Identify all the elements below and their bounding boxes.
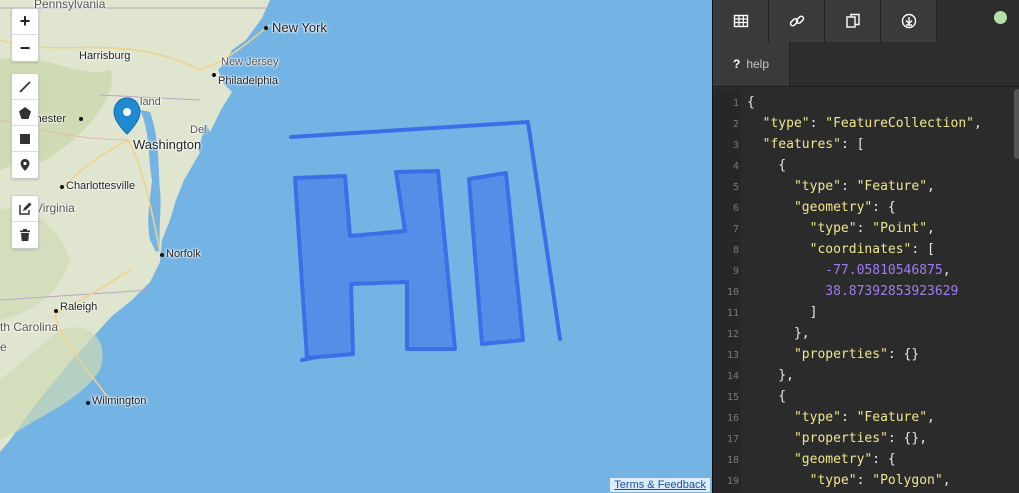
code-line: 2 "type": "FeatureCollection", [732,116,982,131]
edit-icon [19,202,32,215]
draw-rectangle-button[interactable] [12,126,38,152]
label-new-york: New York [272,20,327,35]
code-line: 16 "type": "Feature", [726,410,935,425]
editor-panel: ? help 1{ 2 "type": "FeatureCollection", 3… [712,0,1019,493]
code-line: 12 }, [726,326,810,341]
label-partial: e [0,340,7,354]
label-philadelphia: Philadelphia [218,75,278,87]
json-editor[interactable]: 1{ 2 "type": "FeatureCollection", 3 "featu… [713,89,1019,493]
label-maryland: land [140,96,161,108]
code-line: 15 { [726,389,787,404]
city-dot [86,401,90,405]
zoom-out-button[interactable]: − [12,35,38,61]
help-row: ? help [713,42,1019,87]
code-line: 5 "type": "Feature", [732,179,935,194]
edit-layers-button[interactable] [12,196,38,222]
delete-layers-button[interactable] [12,222,38,248]
label-norfolk: Norfolk [166,248,201,260]
code-line: 11 ] [726,305,818,320]
code-line: 14 }, [726,368,794,383]
label-charlottesville: Charlottesville [66,180,136,192]
status-indicator [994,11,1007,24]
zoom-control: + − [11,8,39,62]
tab-table[interactable] [713,0,769,42]
line-icon [19,80,31,93]
drawn-polygon-h[interactable] [293,169,457,360]
code-line: 4 { [732,158,787,173]
label-wilmington: Wilmington [92,395,147,407]
draw-marker-button[interactable] [12,152,38,178]
label-washington: Washington [133,137,202,152]
basemap [0,0,562,452]
code-line: 13 "properties": {} [726,347,920,362]
map-canvas[interactable]: Pennsylvania New York Harrisburg New Jer… [0,0,712,493]
label-north-carolina: th Carolina [0,320,59,334]
table-icon [733,14,748,28]
rectangle-icon [20,133,30,144]
trash-icon [20,229,30,241]
tab-link[interactable] [769,0,825,42]
draw-line-button[interactable] [12,74,38,100]
help-label: help [746,57,770,71]
city-dot [60,185,64,189]
code-line: 17 "properties": {}, [726,431,928,446]
code-line: 19 "type": "Polygon", [726,473,951,488]
label-delaware: Del [190,124,207,136]
city-dot [212,73,216,77]
label-raleigh: Raleigh [60,301,98,313]
paste-icon [845,13,860,28]
drawn-polygon-i[interactable] [467,171,525,346]
editor-scrollbar[interactable] [1014,89,1019,493]
panel-tabs [713,0,937,42]
attribution: Terms & Feedback [610,478,710,492]
city-dot [54,309,58,313]
code-line: 8 "coordinates": [ [732,242,935,257]
tab-paste[interactable] [825,0,881,42]
code-line: 3 "features": [ [732,137,865,152]
zoom-in-button[interactable]: + [12,9,38,35]
city-dot [160,253,164,257]
code-line: 9 -77.05810546875, [732,263,951,278]
city-dot [264,26,268,30]
marker-icon [20,159,30,171]
label-harrisburg: Harrisburg [79,50,131,62]
terms-feedback-link[interactable]: Terms & Feedback [614,479,706,491]
label-new-jersey: New Jersey [221,56,279,68]
polygon-icon [19,106,31,119]
code-line: 10 38.87392853923629 [726,284,959,299]
code-line: 6 "geometry": { [732,200,896,215]
code-line: 18 "geometry": { [726,452,896,467]
draw-toolbar [11,73,39,179]
download-icon [901,13,916,29]
help-icon: ? [732,57,741,71]
code-line: 7 "type": "Point", [732,221,935,236]
scroll-thumb[interactable] [1014,89,1019,159]
code-line: 1{ [732,95,755,110]
tab-help[interactable]: ? help [713,42,790,86]
link-icon [789,15,804,27]
tab-download[interactable] [881,0,937,42]
draw-polygon-button[interactable] [12,100,38,126]
label-pennsylvania: Pennsylvania [34,0,106,11]
city-dot [79,117,83,121]
edit-toolbar [11,195,39,249]
label-virginia: Virginia [35,201,75,215]
